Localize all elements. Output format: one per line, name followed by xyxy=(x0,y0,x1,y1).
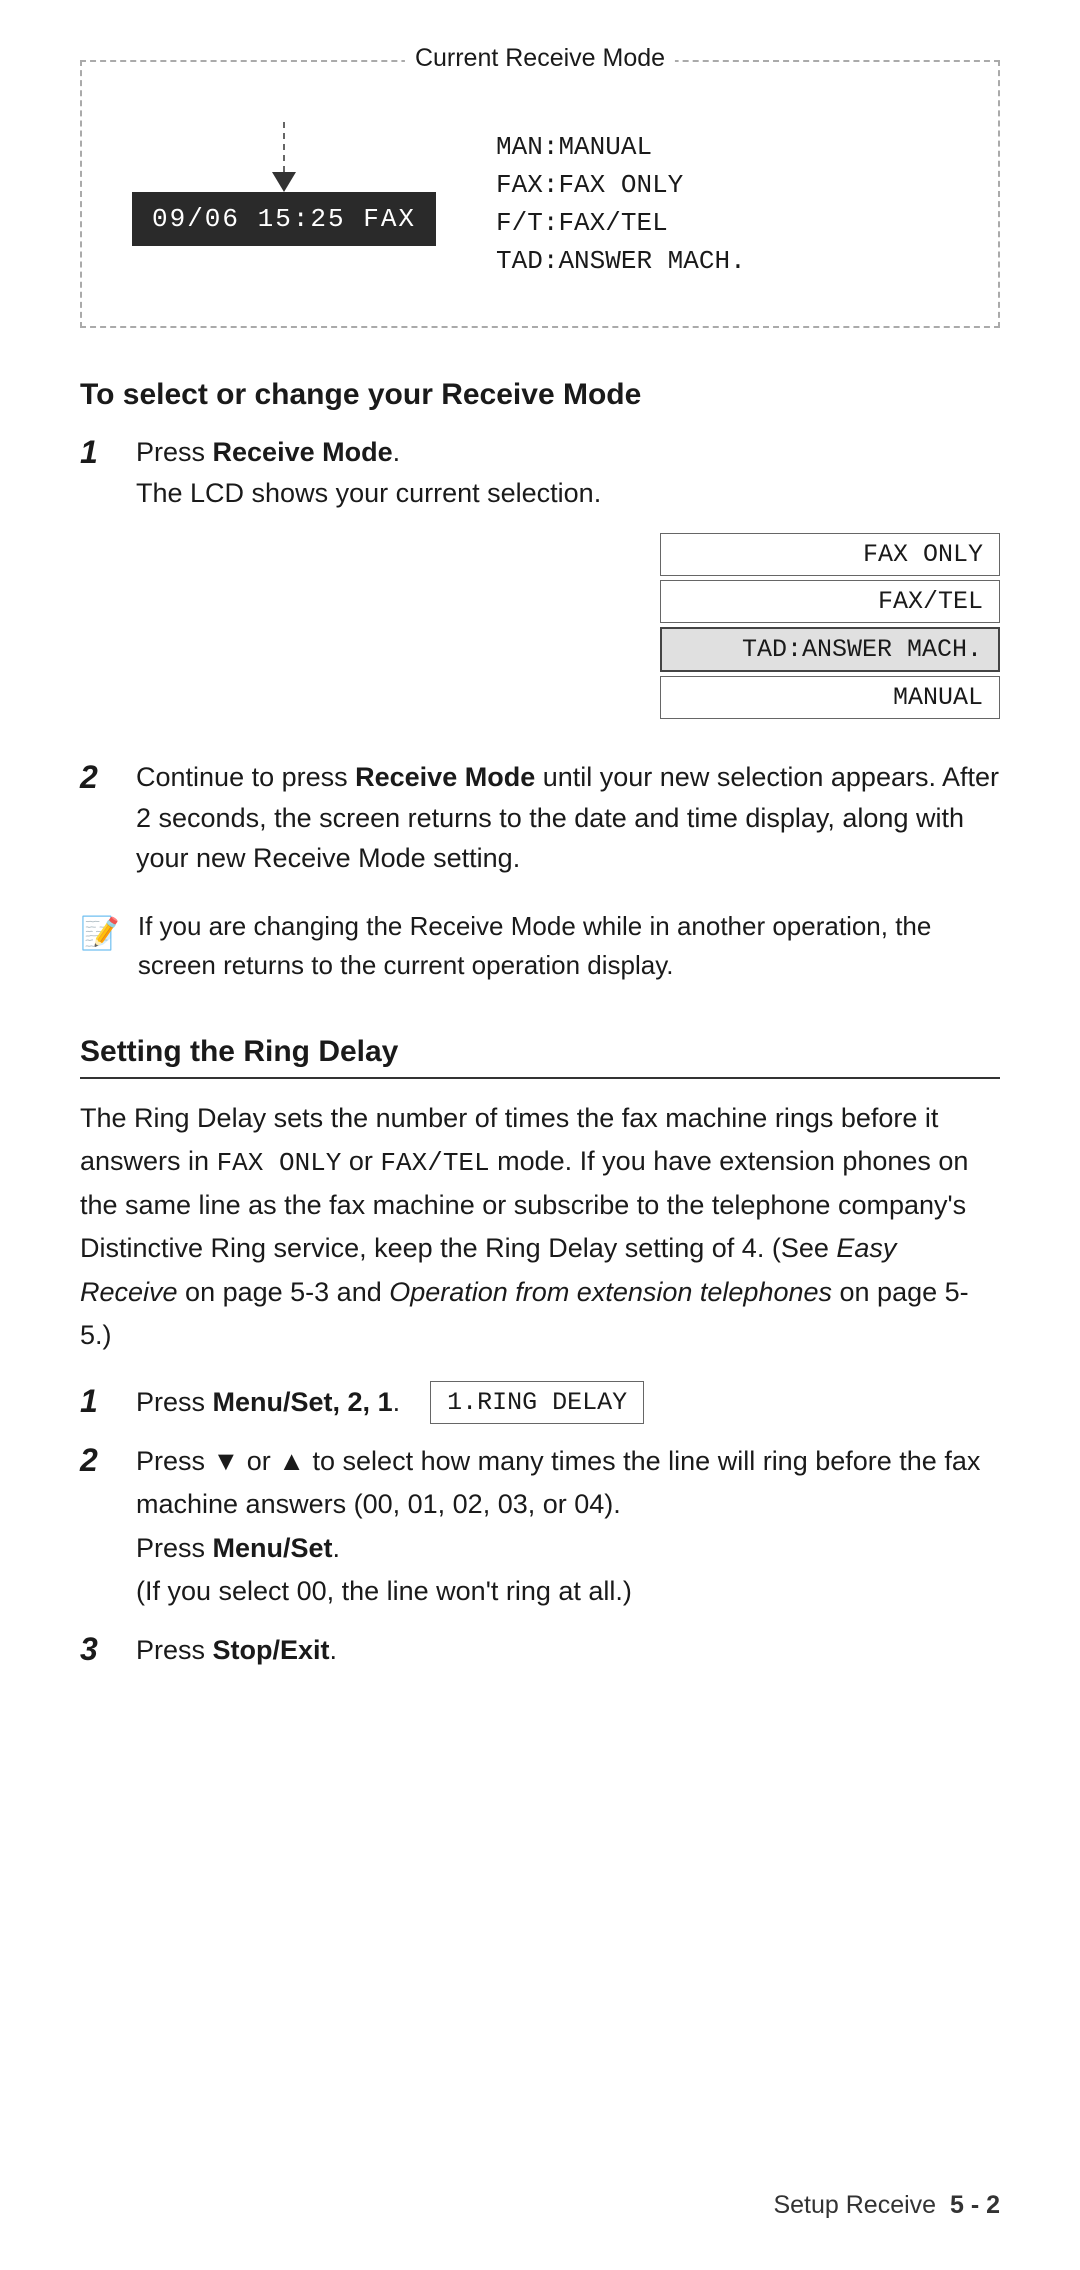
step1-suffix: . xyxy=(393,437,401,467)
lcd-display: 09/06 15:25 FAX xyxy=(132,192,436,246)
step2-row: 2 Continue to press Receive Mode until y… xyxy=(80,757,1000,879)
ring-step2-row: 2 Press ▼ or ▲ to select how many times … xyxy=(80,1440,1000,1613)
step1-row: 1 Press Receive Mode. The LCD shows your… xyxy=(80,432,1000,513)
ring-step2-or: or xyxy=(239,1446,278,1476)
note-block: 📝 If you are changing the Receive Mode w… xyxy=(80,907,1000,985)
ring-step2-sub-prefix: Press xyxy=(136,1533,213,1563)
mode-list: MAN:MANUAL FAX:FAX ONLY F/T:FAX/TEL TAD:… xyxy=(496,122,746,276)
ring-step3-prefix: Press xyxy=(136,1635,213,1665)
footer-label: Setup Receive xyxy=(773,2191,936,2219)
ring-delay-lcd-box: 1.RING DELAY xyxy=(430,1381,644,1424)
ring-step2-sub2: (If you select 00, the line won't ring a… xyxy=(136,1576,632,1606)
ring-step3-number: 3 xyxy=(80,1629,116,1668)
lcd-option-tad: TAD:ANSWER MACH. xyxy=(660,627,1000,672)
section2-heading: Setting the Ring Delay xyxy=(80,1035,1000,1079)
lcd-options-list: FAX ONLY FAX/TEL TAD:ANSWER MACH. MANUAL xyxy=(660,533,1000,719)
ring-step2-sub-suffix: . xyxy=(333,1533,341,1563)
step1-prefix: Press xyxy=(136,437,213,467)
ring-step3-text: Press Stop/Exit. xyxy=(136,1629,337,1672)
ring-step1-text: Press Menu/Set, 2, 1. xyxy=(136,1381,400,1424)
step2-prefix: Continue to press xyxy=(136,762,355,792)
mode-item-man: MAN:MANUAL xyxy=(496,132,746,162)
diagram-section: Current Receive Mode 09/06 15:25 FAX MAN… xyxy=(80,60,1000,328)
step2-bold1: Receive xyxy=(355,762,457,792)
step2-block: 2 Continue to press Receive Mode until y… xyxy=(80,757,1000,879)
section1: To select or change your Receive Mode 1 … xyxy=(80,378,1000,985)
lcd-connector: 09/06 15:25 FAX xyxy=(132,122,436,246)
current-receive-label: Current Receive Mode xyxy=(405,44,675,73)
ring-step2-number: 2 xyxy=(80,1440,116,1479)
note-icon: 📝 xyxy=(80,909,120,957)
up-arrow-icon: ▲ xyxy=(278,1446,305,1476)
section1-heading: To select or change your Receive Mode xyxy=(80,378,1000,412)
step2-number: 2 xyxy=(80,757,116,796)
step1-block: 1 Press Receive Mode. The LCD shows your… xyxy=(80,432,1000,729)
section2: Setting the Ring Delay The Ring Delay se… xyxy=(80,1035,1000,1673)
ring-step3-bold: Stop/Exit xyxy=(213,1635,330,1665)
ring-step1-bold: Menu/Set, 2, 1 xyxy=(213,1387,393,1417)
ring-step2-text: Press ▼ or ▲ to select how many times th… xyxy=(136,1440,1000,1613)
step2-bold2: Mode xyxy=(465,762,536,792)
note-text: If you are changing the Receive Mode whi… xyxy=(138,907,1000,985)
footer-page: 5 - 2 xyxy=(950,2191,1000,2219)
ring-step3-suffix: . xyxy=(330,1635,338,1665)
ring-step2-prefix: Press xyxy=(136,1446,213,1476)
step1-number: 1 xyxy=(80,432,116,471)
down-arrow-icon: ▼ xyxy=(213,1446,240,1476)
ring-step1-content: Press Menu/Set, 2, 1. 1.RING DELAY xyxy=(136,1381,644,1424)
diagram-inner: 09/06 15:25 FAX MAN:MANUAL FAX:FAX ONLY … xyxy=(132,122,948,276)
section2-body: The Ring Delay sets the number of times … xyxy=(80,1097,1000,1358)
dashed-line-top xyxy=(283,122,285,172)
ring-step1-prefix: Press xyxy=(136,1387,213,1417)
mode-item-ft: F/T:FAX/TEL xyxy=(496,208,746,238)
ring-step1-number: 1 xyxy=(80,1381,116,1420)
mode-item-tad: TAD:ANSWER MACH. xyxy=(496,246,746,276)
step1-sub: The LCD shows your current selection. xyxy=(136,478,601,508)
ring-step1-suffix: . xyxy=(393,1387,401,1417)
step1-bold: Receive Mode xyxy=(213,437,393,467)
page-footer: Setup Receive 5 - 2 xyxy=(773,2191,1000,2220)
step2-text-block: Continue to press Receive Mode until you… xyxy=(136,757,1000,879)
ring-step2-sub-bold: Menu/Set xyxy=(213,1533,333,1563)
lcd-option-manual: MANUAL xyxy=(660,676,1000,719)
ring-step1-row: 1 Press Menu/Set, 2, 1. 1.RING DELAY xyxy=(80,1381,1000,1424)
mode-item-fax: FAX:FAX ONLY xyxy=(496,170,746,200)
step1-text: Press Receive Mode. The LCD shows your c… xyxy=(136,432,1000,513)
ring-step3-row: 3 Press Stop/Exit. xyxy=(80,1629,1000,1672)
arrow-down-icon xyxy=(272,172,296,192)
lcd-option-faxonly: FAX ONLY xyxy=(660,533,1000,576)
lcd-option-faxtel: FAX/TEL xyxy=(660,580,1000,623)
lcd-ring-delay: 1.RING DELAY xyxy=(430,1381,644,1424)
